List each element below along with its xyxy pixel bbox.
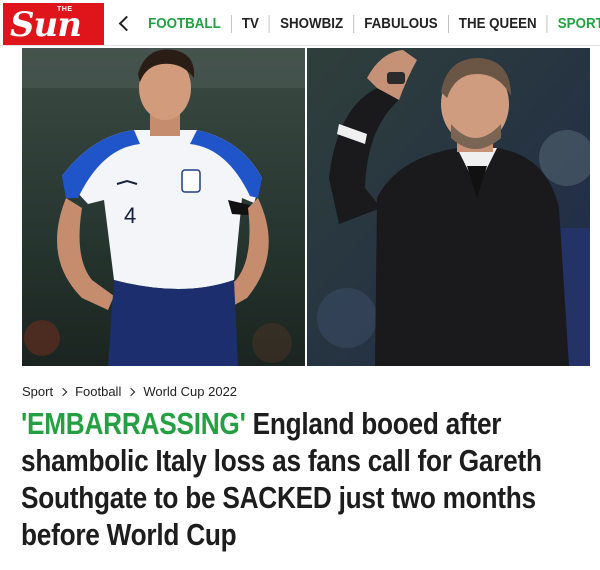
player-photo: 4 (22, 48, 305, 366)
manager-photo (307, 48, 590, 366)
nav-item-football[interactable]: FOOTBALL (138, 15, 232, 33)
shirt-number: 4 (124, 203, 136, 228)
headline-kicker: 'EMBARRASSING' (21, 407, 246, 441)
breadcrumb-world-cup-2022[interactable]: World Cup 2022 (143, 384, 237, 399)
headline-line-2: shambolic Italy loss as fans call for Ga… (21, 444, 542, 478)
headline-text-1: England booed after (245, 407, 502, 441)
hero-image: 4 (22, 48, 590, 366)
the-sun-logo[interactable]: THE Sun (3, 3, 104, 45)
breadcrumb-sport[interactable]: Sport (22, 384, 53, 399)
nav-item-tv[interactable]: TV (232, 15, 270, 33)
nav-item-the-queen[interactable]: THE QUEEN (449, 15, 548, 33)
nav-item-sport[interactable]: SPORT (548, 15, 600, 33)
headline-line-4: before World Cup (21, 518, 237, 552)
article-headline: 'EMBARRASSING' England booed after shamb… (21, 406, 596, 554)
logo-main-text: Sun (10, 5, 82, 45)
back-chevron-icon[interactable] (114, 10, 136, 36)
breadcrumb: Sport Football World Cup 2022 (22, 384, 237, 399)
chevron-right-icon (127, 387, 136, 396)
headline-line-1: 'EMBARRASSING' England booed after (21, 406, 516, 443)
nav-item-showbiz[interactable]: SHOWBIZ (270, 15, 355, 33)
top-navigation-bar: THE Sun FOOTBALL TV SHOWBIZ FABULOUS THE… (0, 0, 600, 46)
headline-line-3: Southgate to be SACKED just two months (21, 481, 536, 515)
chevron-right-icon (58, 387, 68, 396)
section-nav: FOOTBALL TV SHOWBIZ FABULOUS THE QUEEN S… (138, 14, 600, 34)
breadcrumb-football[interactable]: Football (75, 384, 121, 399)
nav-item-fabulous[interactable]: FABULOUS (354, 15, 449, 33)
